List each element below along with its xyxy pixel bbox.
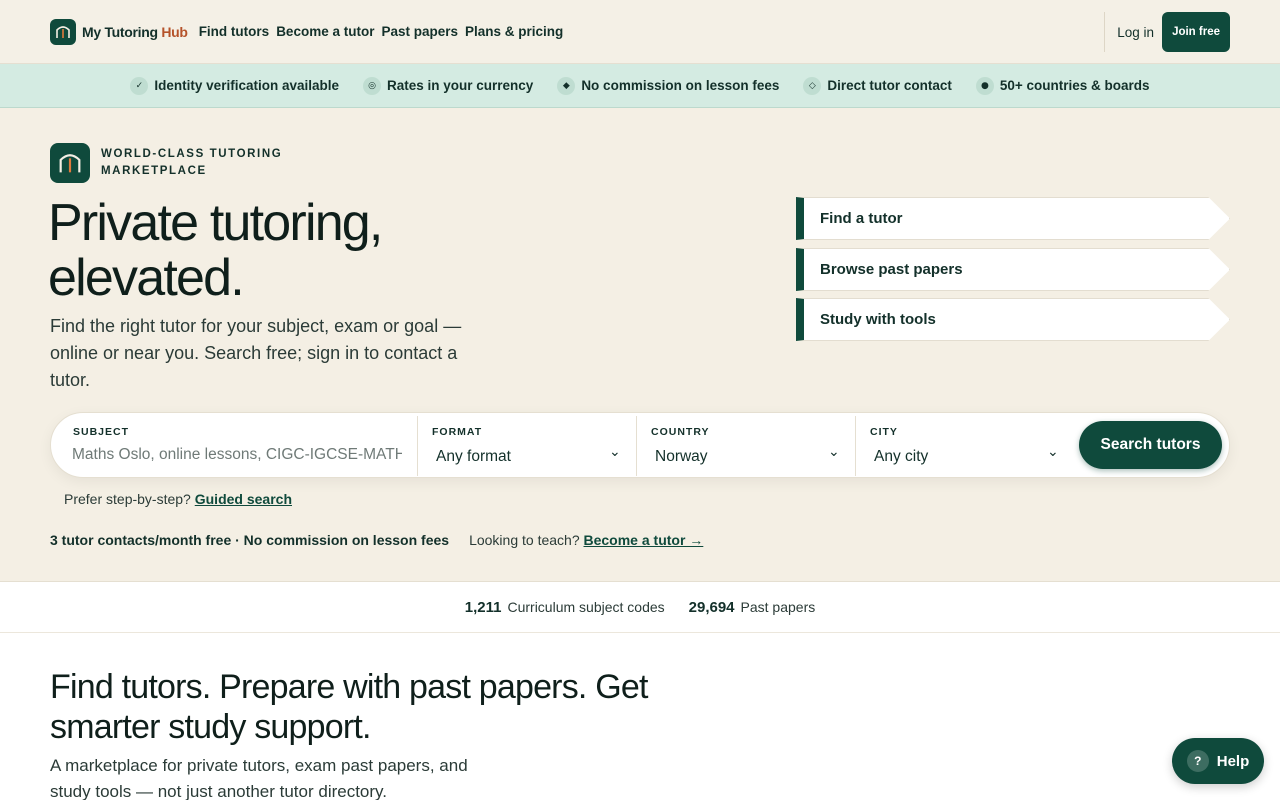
- become-tutor-link[interactable]: Become a tutor →: [584, 532, 704, 548]
- join-free-button[interactable]: Join free: [1162, 12, 1230, 52]
- features-intro: Find tutors. Prepare with past papers. G…: [0, 633, 1280, 800]
- free-contacts-note: 3 tutor contacts/month free · No commiss…: [50, 532, 450, 548]
- quick-link-study-tools[interactable]: Study with tools: [796, 298, 1230, 341]
- subject-input[interactable]: [72, 444, 402, 466]
- trust-label: Identity verification available: [154, 78, 339, 93]
- chevron-down-icon: ⌄: [609, 444, 621, 460]
- stat-item: 29,694 Past papers: [689, 599, 816, 616]
- trust-label: Direct tutor contact: [827, 78, 952, 93]
- nav-divider: [1104, 12, 1106, 52]
- brand-logo[interactable]: My Tutoring Hub: [50, 18, 188, 45]
- country-label: COUNTRY: [651, 426, 710, 438]
- trust-label: 50+ countries & boards: [999, 78, 1150, 93]
- chevron-down-icon: ⌄: [1047, 444, 1059, 460]
- nav-link-past-papers[interactable]: Past papers: [381, 24, 458, 39]
- trust-item: ◎ Rates in your currency: [363, 76, 534, 95]
- subject-label: SUBJECT: [73, 426, 130, 438]
- nav-actions: Log in Join free: [1104, 12, 1230, 52]
- hero-title: Private tutoring, elevated.: [48, 194, 383, 307]
- guided-search-link[interactable]: Guided search: [195, 491, 292, 507]
- search-bar: SUBJECT FORMAT Any format ⌄ COUNTRY Norw…: [50, 412, 1230, 478]
- help-button[interactable]: ? Help: [1172, 738, 1264, 784]
- trust-item: ✓ Identity verification available: [130, 76, 339, 95]
- country-select[interactable]: COUNTRY Norway ⌄: [637, 413, 855, 479]
- trust-item: ● 50+ countries & boards: [975, 76, 1150, 95]
- city-label: CITY: [870, 426, 898, 438]
- eyebrow-text: WORLD-CLASS TUTORING MARKETPLACE: [101, 148, 283, 177]
- section-title: Find tutors. Prepare with past papers. G…: [50, 668, 648, 746]
- hero-eyebrow: WORLD-CLASS TUTORING MARKETPLACE: [50, 143, 301, 183]
- diamond-icon: ◆: [557, 76, 576, 95]
- hero-meta: 3 tutor contacts/month free · No commiss…: [50, 532, 703, 548]
- guided-text: Prefer step-by-step?: [64, 491, 191, 507]
- stat-number: 1,211: [464, 598, 502, 616]
- brand-name-primary: My Tutoring: [82, 23, 162, 40]
- check-icon: ✓: [130, 76, 149, 95]
- currency-icon: ◎: [363, 76, 381, 95]
- login-link[interactable]: Log in: [1117, 25, 1154, 40]
- trust-label: No commission on lesson fees: [581, 78, 780, 93]
- teach-text: Looking to teach?: [469, 532, 580, 548]
- guided-search-row: Prefer step-by-step? Guided search: [64, 491, 292, 507]
- nav-link-pricing[interactable]: Plans & pricing: [465, 24, 563, 39]
- hero-subtitle: Find the right tutor for your subject, e…: [50, 316, 462, 390]
- nav-link-find-tutors[interactable]: Find tutors: [199, 24, 270, 39]
- subject-field: SUBJECT: [51, 413, 417, 479]
- quick-link-find-tutor[interactable]: Find a tutor: [796, 197, 1230, 240]
- trust-item: ◇ Direct tutor contact: [803, 76, 952, 95]
- question-icon: ?: [1186, 750, 1209, 772]
- stat-item: 1,211 Curriculum subject codes: [465, 599, 665, 616]
- house-arch-icon: [50, 18, 76, 45]
- help-label: Help: [1216, 752, 1250, 770]
- country-value: Norway: [655, 448, 708, 465]
- brand-name-accent: Hub: [161, 23, 188, 40]
- trust-strip: ✓ Identity verification available ◎ Rate…: [0, 64, 1280, 108]
- city-value: Any city: [874, 448, 929, 465]
- trust-label: Rates in your currency: [387, 78, 534, 93]
- diamond-outline-icon: ◇: [803, 76, 822, 95]
- search-tutors-button[interactable]: Search tutors: [1079, 421, 1222, 469]
- house-arch-icon: [50, 143, 90, 183]
- dot-icon: ●: [975, 76, 994, 95]
- nav-link-become-tutor[interactable]: Become a tutor: [276, 24, 374, 39]
- brand-name: My Tutoring Hub: [82, 24, 188, 40]
- stat-number: 29,694: [688, 598, 735, 616]
- stats-bar: 1,211 Curriculum subject codes 29,694 Pa…: [0, 581, 1280, 633]
- hero-section: WORLD-CLASS TUTORING MARKETPLACE Private…: [0, 108, 1280, 581]
- city-select[interactable]: CITY Any city ⌄: [856, 413, 1074, 479]
- trust-item: ◆ No commission on lesson fees: [557, 76, 780, 95]
- quick-link-past-papers[interactable]: Browse past papers: [796, 248, 1230, 291]
- format-value: Any format: [436, 448, 511, 465]
- top-navbar: My Tutoring Hub Find tutors Become a tut…: [0, 0, 1280, 64]
- section-subtitle: A marketplace for private tutors, exam p…: [50, 756, 468, 800]
- nav-links: Find tutors Become a tutor Past papers P…: [199, 24, 564, 39]
- stat-label: Past papers: [740, 598, 816, 615]
- format-select[interactable]: FORMAT Any format ⌄: [418, 413, 636, 479]
- teach-row: Looking to teach? Become a tutor →: [469, 532, 703, 548]
- chevron-down-icon: ⌄: [828, 444, 840, 460]
- stat-label: Curriculum subject codes: [507, 598, 665, 615]
- format-label: FORMAT: [432, 426, 483, 438]
